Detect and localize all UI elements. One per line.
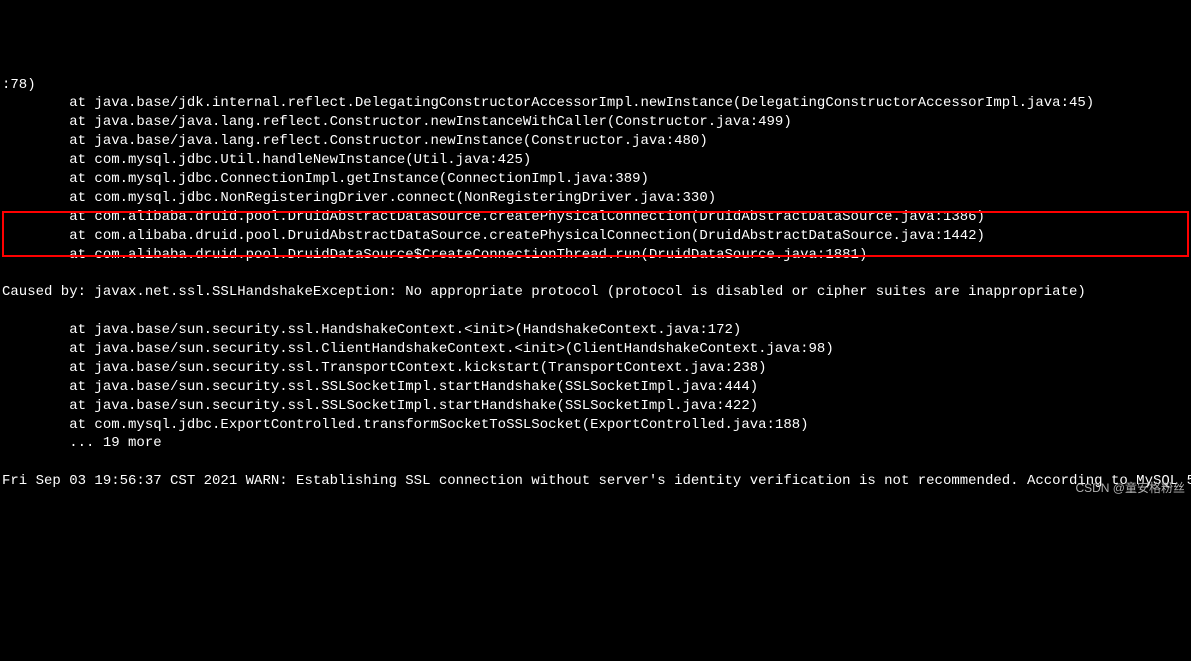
- stack-trace-top: :78) at java.base/jdk.internal.reflect.D…: [2, 76, 1189, 265]
- warn-message: Fri Sep 03 19:56:37 CST 2021 WARN: Estab…: [2, 472, 1189, 491]
- caused-by-line: Caused by: javax.net.ssl.SSLHandshakeExc…: [2, 283, 1189, 302]
- watermark: CSDN @童安格粉丝: [1075, 480, 1185, 496]
- stack-trace-bottom: at java.base/sun.security.ssl.HandshakeC…: [2, 321, 1189, 453]
